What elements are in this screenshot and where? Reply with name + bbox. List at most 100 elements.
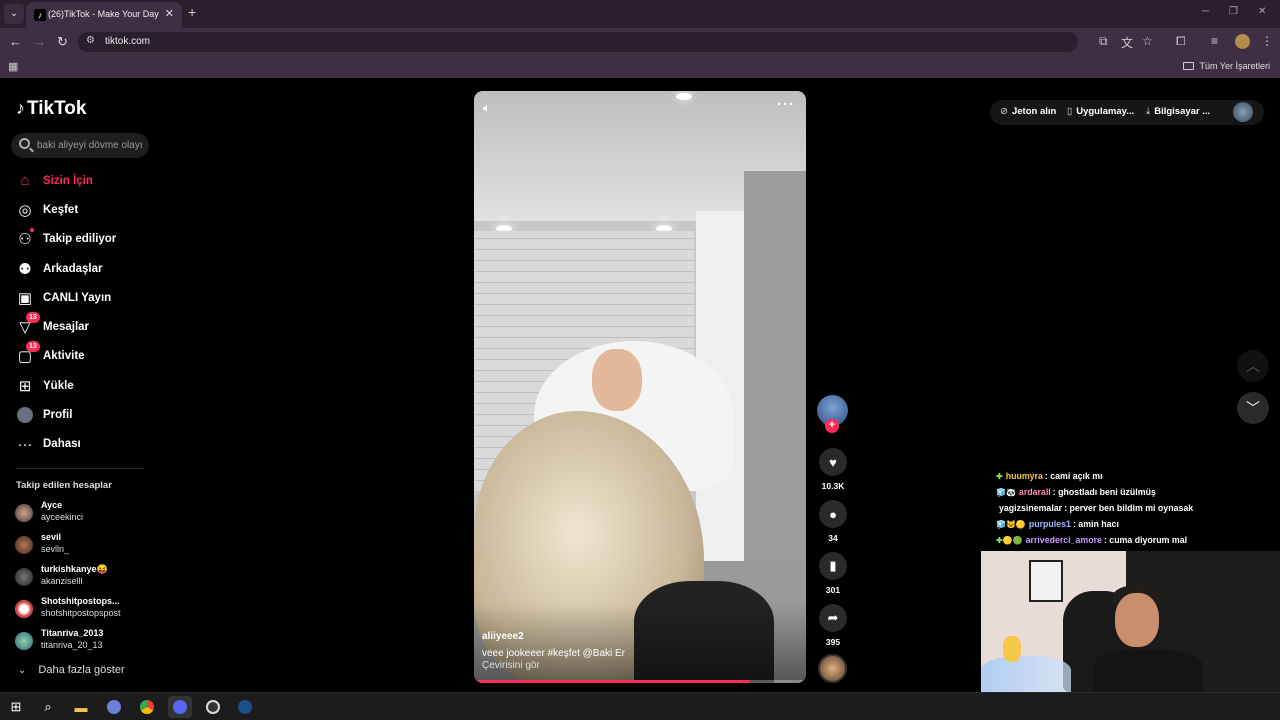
address-toolbar: ← → ↻ ⚙ tiktok.com ⧉ 文 ☆ ⧠ ≡ ⋮ — [0, 28, 1280, 56]
following-account[interactable]: sevil sevlln_ — [14, 531, 164, 563]
chat-message: 🧊🐱🟡 purpules1: amin hacı — [996, 519, 1280, 535]
account-handle: titanriva_20_13 — [41, 640, 103, 650]
activity-icon: ▢ 13 — [16, 341, 40, 365]
nav-label: Aktivite — [43, 350, 85, 363]
next-video-button[interactable]: ﹀ — [1237, 392, 1269, 424]
user-avatar[interactable] — [1233, 102, 1253, 122]
video-frame-face — [592, 349, 642, 411]
browser-menu-icon[interactable]: ⋮ — [1261, 34, 1273, 48]
nav-label: Profil — [43, 409, 73, 422]
tiktok-favicon-icon: ♪ — [34, 9, 46, 21]
nav-upload[interactable]: ⊞ Yükle — [0, 371, 160, 400]
discord-icon[interactable] — [168, 696, 192, 718]
browser-profile-avatar[interactable] — [1235, 34, 1250, 49]
chat-text: : ghostladı beni üzülmüş — [1052, 487, 1156, 497]
video-progress-bar[interactable] — [474, 680, 806, 683]
more-options-icon[interactable]: ··· — [777, 96, 795, 113]
tab-close-icon[interactable]: ✕ — [165, 7, 174, 20]
logo-text: TikTok — [27, 98, 87, 119]
reading-list-icon[interactable]: ≡ — [1211, 34, 1218, 48]
translate-icon[interactable]: 文 — [1121, 34, 1133, 51]
search-box[interactable] — [11, 133, 149, 158]
nav-activity[interactable]: ▢ 13 Aktivite — [0, 341, 160, 371]
new-tab-button[interactable]: + — [188, 4, 196, 20]
like-button[interactable]: ♥ 10.3K — [819, 448, 847, 491]
minimize-icon[interactable]: ─ — [1202, 6, 1209, 17]
video-progress-fill — [474, 680, 750, 683]
all-bookmarks-button[interactable]: Tüm Yer İşaretleri — [1183, 61, 1270, 71]
extensions-icon[interactable]: ⧠ — [1176, 34, 1186, 49]
search-taskbar-icon[interactable]: ⌕ — [36, 696, 60, 718]
nav-following[interactable]: ⚇ Takip ediliyor — [0, 225, 160, 254]
following-account[interactable]: turkishkanye😝 akanziselll — [14, 563, 164, 595]
translate-link[interactable]: Çevirisini gör — [482, 660, 540, 671]
avatar — [15, 568, 33, 586]
tiktok-logo[interactable]: ♪ TikTok — [16, 98, 86, 120]
browser-tab[interactable]: ♪ (26)TikTok - Make Your Day ✕ — [26, 2, 182, 28]
nav-profile[interactable]: Profil — [0, 400, 160, 429]
obs-icon[interactable] — [201, 696, 225, 718]
nav-more[interactable]: ··· Dahası — [0, 430, 160, 459]
chevron-down-icon: ﹀ — [1246, 400, 1260, 416]
volume-icon[interactable]: 🔈︎ — [483, 100, 491, 116]
following-account[interactable]: Titanriva_2013 titanriva_20_13 — [14, 627, 164, 659]
webcam-light-glow — [981, 656, 1071, 692]
nav-live[interactable]: ▣ CANLI Yayın — [0, 283, 160, 312]
following-account[interactable]: Shotshitpostops... shotshitpostopspost — [14, 595, 164, 627]
get-app-button[interactable]: ▯ Uygulamay... — [1067, 106, 1134, 117]
search-input[interactable] — [37, 137, 145, 154]
show-more-button[interactable]: ⌄ Daha fazla göster — [18, 664, 125, 676]
apps-grid-icon[interactable]: ▦ — [8, 60, 18, 73]
music-disc-avatar[interactable] — [818, 654, 847, 683]
close-window-icon[interactable]: ✕ — [1258, 6, 1266, 17]
get-coins-button[interactable]: ⊘ Jeton alın — [1000, 106, 1056, 117]
tab-search-button[interactable]: ⌄ — [4, 4, 24, 24]
share-button[interactable]: ➦ 395 — [819, 604, 847, 647]
nav-for-you[interactable]: ⌂ Sizin İçin — [0, 166, 160, 195]
chat-badges: ✚🟡🟢 — [996, 536, 1023, 545]
restore-icon[interactable]: ❐ — [1229, 6, 1238, 17]
steam-icon[interactable] — [233, 696, 257, 718]
back-button[interactable]: ← — [9, 34, 22, 49]
video-player[interactable]: 🔈︎ ··· aliiyeee2 veee jookeeer #keşfet @… — [474, 91, 806, 683]
app-circle-icon[interactable] — [102, 696, 126, 718]
chat-username: yagizsinemalar — [999, 503, 1063, 513]
reload-button[interactable]: ↻ — [57, 34, 68, 50]
folder-icon — [1183, 62, 1195, 70]
save-button[interactable]: ▮ 301 — [819, 552, 847, 595]
account-name: Shotshitpostops... — [41, 596, 120, 606]
messages-badge: 13 — [26, 312, 40, 324]
upload-icon: ⊞ — [18, 377, 32, 395]
account-handle: ayceekinci — [41, 512, 84, 522]
following-account[interactable]: Ayce ayceekinci — [14, 499, 164, 531]
chrome-icon[interactable] — [135, 696, 159, 718]
account-handle: sevlln_ — [41, 544, 70, 554]
install-app-icon[interactable]: ⧉ — [1099, 34, 1108, 49]
share-count: 395 — [825, 637, 841, 647]
account-handle: shotshitpostopspost — [41, 608, 121, 618]
desktop-app-button[interactable]: ⤓ Bilgisayar ... — [1146, 106, 1210, 117]
file-explorer-icon[interactable]: ▬ — [69, 696, 93, 718]
forward-button[interactable]: → — [33, 34, 46, 49]
show-more-label: Daha fazla göster — [38, 664, 125, 676]
previous-video-button[interactable]: ︿ — [1237, 350, 1269, 382]
chat-message: 🧊🐼 ardarall: ghostladı beni üzülmüş — [996, 487, 1280, 503]
tab-title: (26)TikTok - Make Your Day — [48, 9, 159, 19]
chat-message: ✚🟡🟢 arrivederci_amore: cuma diyorum mal — [996, 535, 1280, 551]
url-bar[interactable]: ⚙ tiktok.com — [78, 32, 1078, 52]
site-info-icon[interactable]: ⚙ — [86, 35, 95, 46]
sidebar-nav: ⌂ Sizin İçin ◎ Keşfet ⚇ Takip ediliyor ⚉… — [0, 166, 160, 459]
nav-messages[interactable]: ▽ 13 Mesajlar — [0, 312, 160, 341]
streamer-webcam — [981, 551, 1280, 692]
sidebar-divider — [16, 468, 144, 469]
video-author[interactable]: aliiyeee2 — [482, 631, 524, 642]
windows-start-icon[interactable]: ⊞ — [4, 696, 28, 718]
bookmark-star-icon[interactable]: ☆ — [1142, 34, 1153, 48]
webcam-poster — [1029, 560, 1063, 602]
nav-friends[interactable]: ⚉ Arkadaşlar — [0, 254, 160, 283]
follow-plus-icon[interactable]: + — [825, 419, 839, 433]
nav-explore[interactable]: ◎ Keşfet — [0, 195, 160, 224]
chat-text: : perver ben bildim mi oynasak — [1064, 503, 1194, 513]
comment-button[interactable]: ● 34 — [819, 500, 847, 543]
heart-icon: ♥ — [819, 448, 847, 476]
